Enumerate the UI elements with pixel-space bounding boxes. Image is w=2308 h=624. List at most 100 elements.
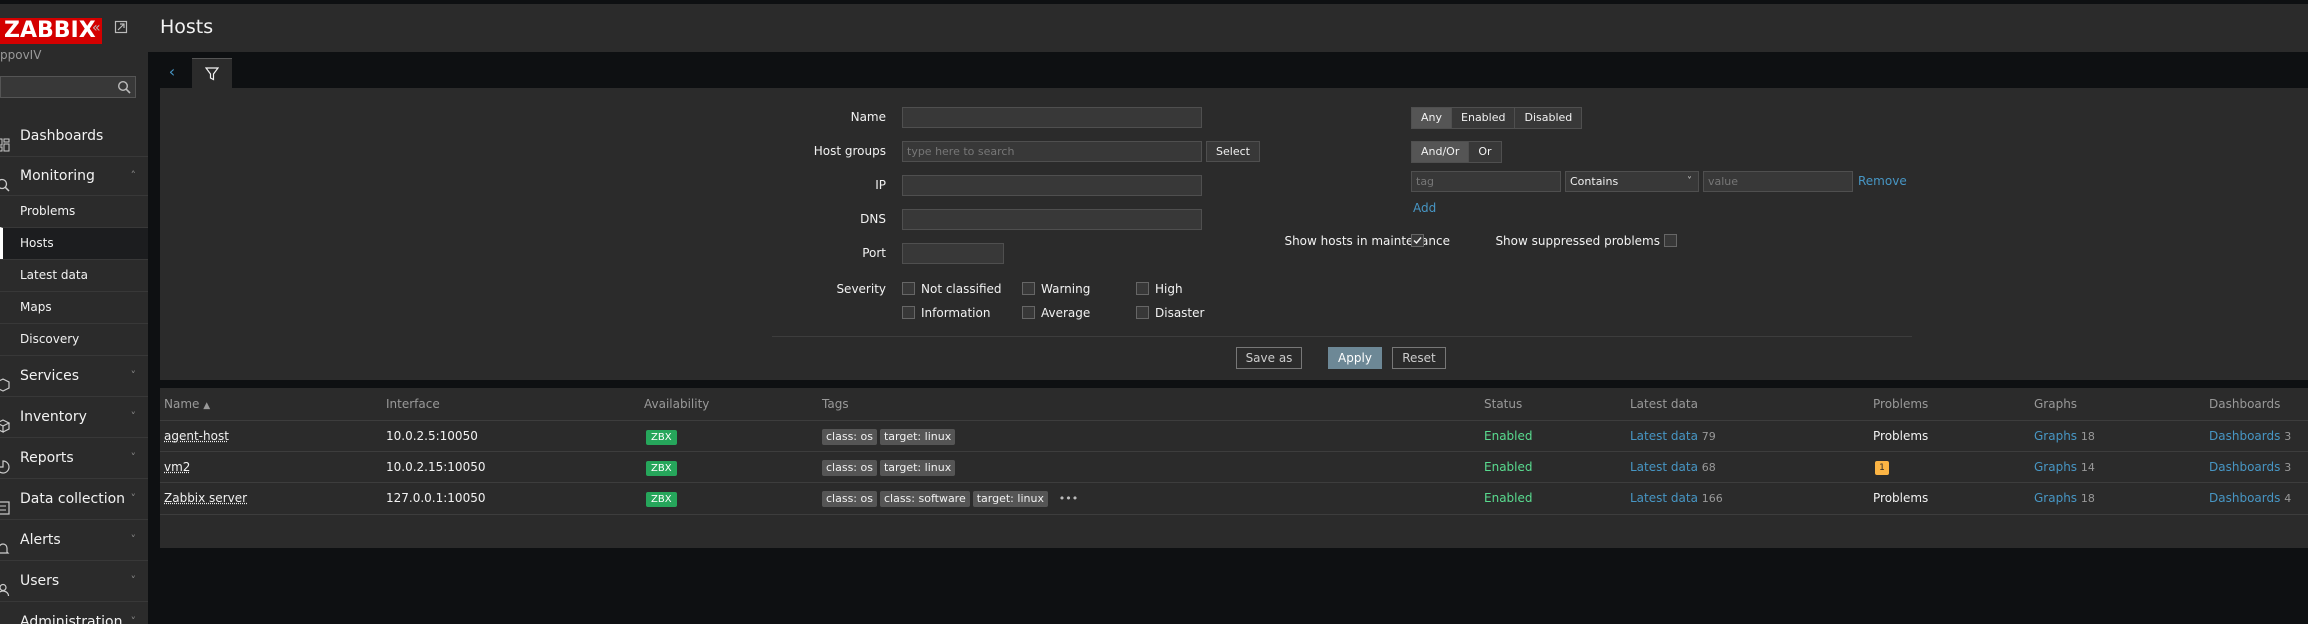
zbx-badge[interactable]: ZBX [646,430,677,445]
dashboards-link[interactable]: Dashboards [2209,460,2280,474]
menu-item-monitoring[interactable]: Monitoring ˄ [0,156,148,195]
menu-label: Administration [20,614,123,624]
tag-badge[interactable]: target: linux [972,491,1048,507]
checkmark-icon [1413,237,1422,245]
more-tags-icon[interactable]: ••• [1059,492,1078,505]
menu-label: Inventory [20,409,87,425]
maintenance-checkbox[interactable] [1411,234,1424,247]
zbx-badge[interactable]: ZBX [646,492,677,507]
host-name-link[interactable]: agent-host [164,421,229,452]
graphs-link[interactable]: Graphs [2034,460,2077,474]
select-host-groups-button[interactable]: Select [1206,141,1260,162]
menu-item-reports[interactable]: Reports ˅ [0,437,148,478]
menu-label: Dashboards [20,128,104,144]
checkbox[interactable] [1136,282,1149,295]
search-icon[interactable] [117,80,131,94]
double-chevron-left-icon[interactable]: « [92,20,101,36]
sidebar-item-maps[interactable]: Maps [0,291,148,323]
checkbox[interactable] [902,282,915,295]
data-collection-icon [0,491,10,515]
tag-badge[interactable]: class: software [879,491,970,507]
latest-data-link[interactable]: Latest data [1630,429,1698,443]
availability-cell: ZBX [646,452,677,483]
status-disabled-option[interactable]: Disabled [1515,108,1582,128]
latest-data-link[interactable]: Latest data [1630,460,1698,474]
dashboards-link[interactable]: Dashboards [2209,491,2280,505]
column-label: Name [164,397,200,411]
checkbox[interactable] [1022,306,1035,319]
status-enabled-link[interactable]: Enabled [1484,421,1533,452]
sidebar-item-problems[interactable]: Problems [0,195,148,227]
chevron-down-icon: ˅ [130,451,137,464]
menu-label: Monitoring [20,168,95,184]
chevron-down-icon: ˅ [130,492,137,505]
status-any-option[interactable]: Any [1412,108,1453,128]
graphs-cell: Graphs 18 [2034,421,2095,452]
tag-name-input[interactable]: tag [1411,171,1561,192]
filter-tab[interactable] [192,58,232,89]
menu-item-services[interactable]: Services ˅ [0,355,148,396]
sidebar-item-hosts[interactable]: Hosts [0,227,148,259]
tag-badge[interactable]: target: linux [879,429,956,445]
port-input[interactable] [902,243,1004,264]
suppressed-checkbox[interactable] [1664,234,1677,247]
warning-problem-badge[interactable]: 1 [1875,460,1889,475]
problems-link[interactable]: Problems [1873,421,1928,452]
status-enabled-option[interactable]: Enabled [1452,108,1516,128]
column-header-name[interactable]: Name ▲ [164,388,210,420]
severity-label: Severity [836,282,886,296]
ip-input[interactable] [902,175,1202,196]
save-as-button[interactable]: Save as [1236,347,1302,369]
zabbix-logo[interactable]: ZABBIX [0,18,102,44]
add-tag-link[interactable]: Add [1413,201,1436,215]
tag-value-input[interactable]: value [1703,171,1853,192]
host-groups-label: Host groups [813,144,886,158]
zbx-badge[interactable]: ZBX [646,461,677,476]
tag-operator-select[interactable]: Contains ˅ [1565,171,1699,192]
reset-button[interactable]: Reset [1392,347,1446,369]
tags-and-or-option[interactable]: And/Or [1412,142,1470,162]
checkbox-label: Not classified [921,282,1002,296]
chevron-left-icon[interactable]: ‹ [160,58,184,86]
latest-data-link[interactable]: Latest data [1630,491,1698,505]
sidebar-item-latest-data[interactable]: Latest data [0,259,148,291]
status-enabled-link[interactable]: Enabled [1484,483,1533,514]
checkbox[interactable] [1022,282,1035,295]
status-enabled-link[interactable]: Enabled [1484,452,1533,483]
menu-item-inventory[interactable]: Inventory ˅ [0,396,148,437]
dashboards-link[interactable]: Dashboards [2209,429,2280,443]
tag-badge[interactable]: target: linux [879,460,956,476]
tag-badge[interactable]: class: os [822,460,877,476]
problems-link[interactable]: Problems [1873,483,1928,514]
host-groups-input[interactable]: type here to search [902,141,1202,162]
menu-label: Data collection [20,491,126,507]
graphs-cell: Graphs 18 [2034,483,2095,514]
menu-item-dashboards[interactable]: Dashboards [0,116,148,156]
menu-item-data-collection[interactable]: Data collection ˅ [0,478,148,519]
menu-item-alerts[interactable]: Alerts ˅ [0,519,148,560]
menu-item-administration[interactable]: Administration ˅ [0,601,148,624]
graphs-link[interactable]: Graphs [2034,429,2077,443]
apply-button[interactable]: Apply [1328,347,1382,369]
tag-badge[interactable]: class: os [822,491,877,507]
table-row: vm2 10.0.2.15:10050 ZBX class: os target:… [160,451,2308,483]
remove-tag-link[interactable]: Remove [1858,174,1907,188]
column-header-status[interactable]: Status [1484,388,1522,420]
tag-badge[interactable]: class: os [822,429,877,445]
filter-panel: Name Host groups type here to search Sel… [160,88,2308,380]
host-name-link[interactable]: vm2 [164,452,190,483]
dns-input[interactable] [902,209,1202,230]
menu-item-users[interactable]: Users ˅ [0,560,148,601]
ip-label: IP [875,178,886,192]
sidebar-search-input[interactable] [0,76,136,98]
graphs-link[interactable]: Graphs [2034,491,2077,505]
name-input[interactable] [902,107,1202,128]
tags-or-option[interactable]: Or [1469,142,1501,162]
host-name-link[interactable]: Zabbix server [164,483,247,514]
checkbox-label: Average [1041,306,1091,320]
checkbox[interactable] [902,306,915,319]
kiosk-icon[interactable] [114,20,128,38]
monitoring-icon [0,169,10,192]
checkbox[interactable] [1136,306,1149,319]
sidebar-item-discovery[interactable]: Discovery [0,323,148,355]
